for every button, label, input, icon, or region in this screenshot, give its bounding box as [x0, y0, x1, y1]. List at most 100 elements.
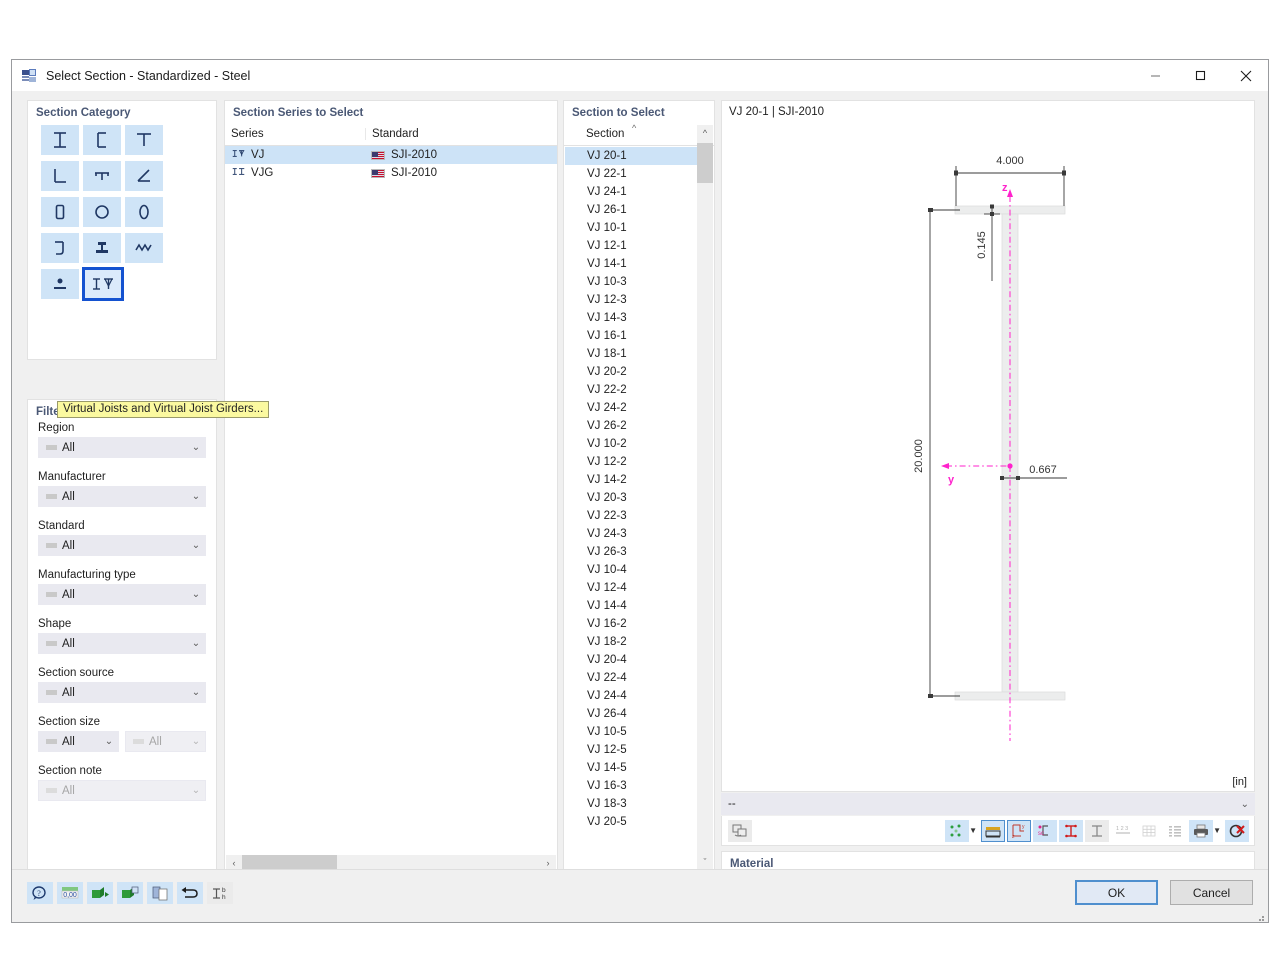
list-item[interactable]: VJ 10-5	[565, 723, 697, 741]
filter-select-shape[interactable]: All ⌄	[38, 633, 206, 654]
i-section-icon[interactable]	[41, 125, 79, 155]
undo-icon[interactable]	[177, 882, 203, 904]
list-item[interactable]: VJ 14-5	[565, 759, 697, 777]
list-item[interactable]: VJ 20-1	[565, 147, 697, 165]
list-item[interactable]: VJ 20-5	[565, 813, 697, 831]
hat-section-icon[interactable]	[83, 161, 121, 191]
list-item[interactable]: VJ 18-3	[565, 795, 697, 813]
list-item[interactable]: VJ 16-3	[565, 777, 697, 795]
table-row[interactable]: VJG SJI-2010	[225, 164, 557, 182]
tee-section-icon[interactable]	[125, 125, 163, 155]
list-item[interactable]: VJ 12-4	[565, 579, 697, 597]
table-row[interactable]: VJ SJI-2010	[225, 146, 557, 164]
list-item[interactable]: VJ 10-3	[565, 273, 697, 291]
list-item[interactable]: VJ 14-1	[565, 255, 697, 273]
list-item[interactable]: VJ 22-4	[565, 669, 697, 687]
list-item[interactable]: VJ 10-4	[565, 561, 697, 579]
list-item[interactable]: VJ 26-3	[565, 543, 697, 561]
angle-section-icon[interactable]	[41, 161, 79, 191]
minimize-icon[interactable]	[1133, 60, 1178, 91]
import-icon[interactable]	[87, 882, 113, 904]
points-display-icon[interactable]	[945, 819, 970, 842]
list-item[interactable]: VJ 18-2	[565, 633, 697, 651]
properties-icon[interactable]: 0,00	[57, 882, 83, 904]
list-item[interactable]: VJ 18-1	[565, 345, 697, 363]
list-item[interactable]: VJ 14-4	[565, 597, 697, 615]
list-item[interactable]: VJ 12-2	[565, 453, 697, 471]
list-item[interactable]: VJ 12-3	[565, 291, 697, 309]
list-item[interactable]: VJ 12-1	[565, 237, 697, 255]
drawing-canvas[interactable]: 4.000 0.145 20.000 0.667 z y	[722, 121, 1254, 771]
list-item[interactable]: VJ 14-2	[565, 471, 697, 489]
list-item[interactable]: VJ 24-1	[565, 183, 697, 201]
shear-center-icon[interactable]: sc	[1033, 819, 1058, 842]
filter-select-section-size-from[interactable]: All ⌄	[38, 731, 119, 752]
filter-select-manufacturer[interactable]: All ⌄	[38, 486, 206, 507]
dimensions-icon[interactable]	[981, 819, 1006, 842]
filter-select-section-size-to[interactable]: All ⌄	[125, 731, 206, 752]
list-item[interactable]: VJ 10-1	[565, 219, 697, 237]
filter-select-standard[interactable]: All ⌄	[38, 535, 206, 556]
labels-icon[interactable]: b h	[207, 882, 233, 904]
oval-section-icon[interactable]	[125, 197, 163, 227]
parts-list-icon[interactable]	[1163, 820, 1187, 842]
maximize-icon[interactable]	[1178, 60, 1223, 91]
list-item[interactable]: VJ 24-4	[565, 687, 697, 705]
rail-section-icon[interactable]	[83, 233, 121, 263]
print-caret[interactable]: ▼	[1213, 826, 1221, 835]
cancel-button[interactable]: Cancel	[1170, 880, 1253, 905]
list-item[interactable]: VJ 14-3	[565, 309, 697, 327]
list-item[interactable]: VJ 10-2	[565, 435, 697, 453]
grid-icon[interactable]	[1137, 820, 1161, 842]
info-icon[interactable]: ?	[27, 882, 53, 904]
list-item[interactable]: VJ 20-4	[565, 651, 697, 669]
list-item[interactable]: VJ 16-1	[565, 327, 697, 345]
snap-settings-icon[interactable]	[728, 819, 752, 842]
list-item[interactable]: VJ 24-2	[565, 399, 697, 417]
column-header-series[interactable]: Series	[225, 128, 365, 140]
list-item[interactable]: VJ 22-2	[565, 381, 697, 399]
rectangular-hollow-section-icon[interactable]	[41, 197, 79, 227]
horizontal-scrollbar[interactable]: ‹ ›	[226, 855, 556, 870]
corrugated-section-icon[interactable]	[125, 233, 163, 263]
list-item[interactable]: VJ 26-4	[565, 705, 697, 723]
scroll-up-icon[interactable]: ^	[697, 125, 713, 141]
close-icon[interactable]	[1223, 60, 1268, 91]
list-item[interactable]: VJ 12-5	[565, 741, 697, 759]
angle-unequal-section-icon[interactable]	[125, 161, 163, 191]
filter-select-section-note[interactable]: All ⌄	[38, 780, 206, 801]
section-column-header[interactable]: ^ Section	[564, 123, 714, 146]
resize-grip[interactable]	[1255, 909, 1265, 921]
scroll-thumb[interactable]	[242, 855, 337, 870]
filter-select-region[interactable]: All ⌄	[38, 437, 206, 458]
list-item[interactable]: VJ 20-3	[565, 489, 697, 507]
list-item[interactable]: VJ 22-3	[565, 507, 697, 525]
list-item[interactable]: VJ 16-2	[565, 615, 697, 633]
scroll-thumb[interactable]	[697, 143, 713, 183]
pipe-pin-section-icon[interactable]	[41, 269, 79, 299]
scroll-track[interactable]	[242, 855, 540, 870]
circular-hollow-section-icon[interactable]	[83, 197, 121, 227]
list-item[interactable]: VJ 24-3	[565, 525, 697, 543]
list-item[interactable]: VJ 22-1	[565, 165, 697, 183]
filter-select-section-source[interactable]: All ⌄	[38, 682, 206, 703]
filter-select-manufacturing-type[interactable]: All ⌄	[38, 584, 206, 605]
print-icon[interactable]	[1189, 819, 1214, 842]
section-list[interactable]: VJ 20-1 VJ 22-1 VJ 24-1 VJ 26-1 VJ 10-1 VJ 12…	[565, 147, 697, 870]
column-header-standard[interactable]: Standard	[365, 128, 557, 140]
list-item[interactable]: VJ 26-2	[565, 417, 697, 435]
drawing-select[interactable]: -- ⌄	[721, 793, 1255, 815]
dropdown-caret[interactable]: ▼	[969, 826, 977, 835]
scroll-right-icon[interactable]: ›	[540, 858, 556, 868]
list-item[interactable]: VJ 20-2	[565, 363, 697, 381]
list-item[interactable]: VJ 26-1	[565, 201, 697, 219]
scroll-down-icon[interactable]: ˇ	[697, 854, 713, 870]
zee-section-icon[interactable]	[41, 233, 79, 263]
scroll-left-icon[interactable]: ‹	[226, 858, 242, 868]
clear-selection-icon[interactable]	[1225, 819, 1249, 842]
centroid-axes-icon[interactable]: y z	[1007, 819, 1032, 842]
numbering-icon[interactable]: 1 2 3	[1111, 820, 1135, 842]
virtual-joist-section-icon[interactable]	[82, 267, 124, 301]
channel-section-icon[interactable]	[83, 125, 121, 155]
vertical-scrollbar[interactable]: ^ ˇ	[697, 125, 713, 870]
